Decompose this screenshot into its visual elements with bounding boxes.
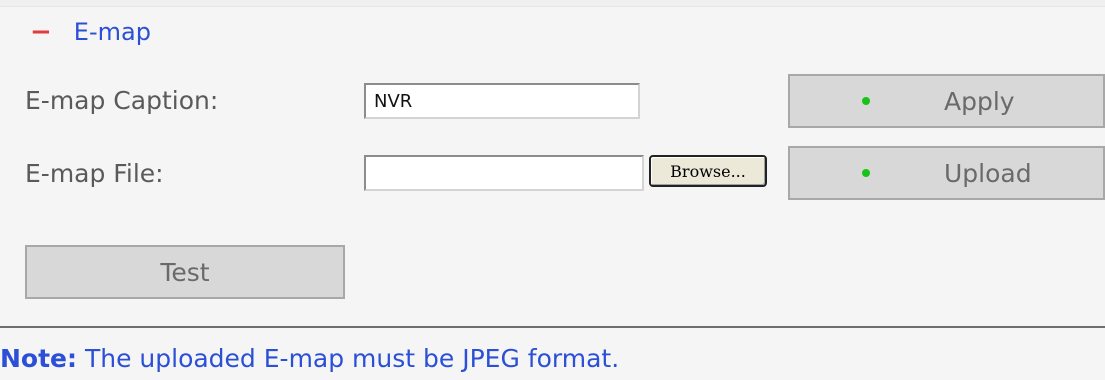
collapse-icon[interactable]: − <box>30 19 52 45</box>
browse-button[interactable]: Browse... <box>649 155 767 187</box>
emap-file-input[interactable] <box>364 155 644 191</box>
status-dot-icon <box>862 169 870 177</box>
emap-file-label: E-map File: <box>25 159 164 188</box>
divider <box>0 326 1105 328</box>
section-title: E-map <box>73 18 151 46</box>
upload-button[interactable]: Upload <box>788 146 1105 200</box>
test-button[interactable]: Test <box>25 245 345 299</box>
emap-caption-label: E-map Caption: <box>25 86 219 115</box>
status-dot-icon <box>862 97 870 105</box>
upload-button-label: Upload <box>944 158 1032 188</box>
note-label: Note: <box>0 344 78 373</box>
top-strip <box>0 0 1105 7</box>
note-text: The uploaded E-map must be JPEG format. <box>77 344 620 373</box>
section-header[interactable]: − E-map <box>30 18 151 46</box>
emap-caption-input[interactable] <box>364 83 640 119</box>
note: Note: The uploaded E-map must be JPEG fo… <box>0 344 619 373</box>
apply-button-label: Apply <box>944 86 1015 116</box>
apply-button[interactable]: Apply <box>788 74 1105 128</box>
